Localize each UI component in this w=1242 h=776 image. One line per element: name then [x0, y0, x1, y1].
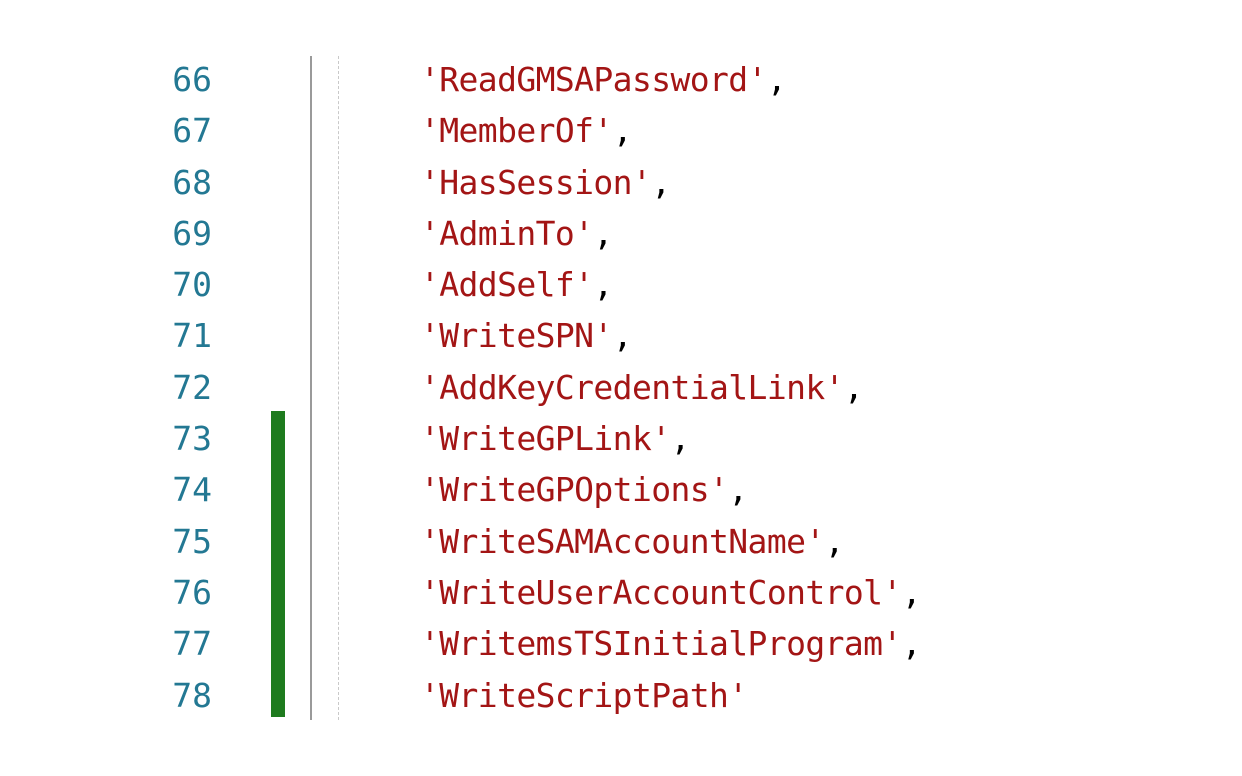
comma: ,: [593, 213, 613, 253]
line-content[interactable]: 'MemberOf',: [420, 109, 633, 153]
string-literal: 'WriteGPOptions': [420, 470, 729, 510]
code-line[interactable]: 77 'WritemsTSInitialProgram',: [140, 618, 1140, 669]
line-number: 76: [172, 572, 212, 612]
code-line[interactable]: 75 'WriteSAMAccountName',: [140, 516, 1140, 567]
string-literal: 'MemberOf': [420, 111, 613, 151]
code-line[interactable]: 78 'WriteScriptPath': [140, 670, 1140, 721]
code-line[interactable]: 67 'MemberOf',: [140, 105, 1140, 156]
code-line[interactable]: 71 'WriteSPN',: [140, 310, 1140, 361]
line-number: 72: [172, 367, 212, 407]
string-literal: 'WriteUserAccountControl': [420, 572, 902, 612]
string-literal: 'WriteScriptPath': [420, 675, 748, 715]
code-lines: 66 'ReadGMSAPassword', 67 'MemberOf', 68…: [140, 54, 1140, 721]
comma: ,: [593, 265, 613, 305]
line-content[interactable]: 'AddSelf',: [420, 263, 613, 307]
line-content[interactable]: 'WriteGPLink',: [420, 417, 690, 461]
comma: ,: [612, 316, 633, 356]
string-literal: 'WriteGPLink': [420, 419, 671, 459]
line-number: 73: [172, 419, 212, 459]
comma: ,: [651, 162, 671, 202]
line-number: 67: [172, 111, 212, 151]
comma: ,: [766, 60, 787, 99]
string-literal: 'AddSelf': [420, 265, 594, 305]
line-content[interactable]: 'WriteSAMAccountName',: [420, 520, 845, 564]
code-line[interactable]: 72 'AddKeyCredentialLink',: [140, 362, 1140, 413]
line-content[interactable]: 'AddKeyCredentialLink',: [420, 366, 864, 410]
line-number: 75: [172, 521, 212, 561]
string-literal: 'ReadGMSAPassword': [420, 60, 767, 99]
line-content[interactable]: 'WriteGPOptions',: [420, 468, 748, 512]
code-line[interactable]: 66 'ReadGMSAPassword',: [140, 54, 1140, 105]
line-number: 70: [172, 265, 212, 305]
string-literal: 'WritemsTSInitialProgram': [420, 624, 902, 664]
comma: ,: [843, 367, 864, 407]
code-line[interactable]: 74 'WriteGPOptions',: [140, 464, 1140, 515]
line-content[interactable]: 'WriteScriptPath': [420, 674, 748, 718]
string-literal: 'WriteSPN': [420, 316, 613, 356]
string-literal: 'AdminTo': [420, 213, 594, 253]
comma: ,: [728, 470, 748, 510]
line-number: 71: [172, 316, 212, 356]
line-number: 74: [172, 470, 212, 510]
comma: ,: [670, 419, 690, 459]
comma: ,: [824, 521, 845, 561]
line-content[interactable]: 'WriteUserAccountControl',: [420, 571, 922, 615]
code-line[interactable]: 70 'AddSelf',: [140, 259, 1140, 310]
comma: ,: [901, 572, 922, 612]
comma: ,: [612, 111, 633, 151]
line-number: 78: [172, 675, 212, 715]
string-literal: 'HasSession': [420, 162, 652, 202]
comma: ,: [901, 624, 922, 664]
line-content[interactable]: 'ReadGMSAPassword',: [420, 58, 787, 102]
code-line[interactable]: 73 'WriteGPLink',: [140, 413, 1140, 464]
string-literal: 'AddKeyCredentialLink': [420, 367, 844, 407]
line-number: 69: [172, 213, 212, 253]
code-line[interactable]: 76 'WriteUserAccountControl',: [140, 567, 1140, 618]
line-content[interactable]: 'AdminTo',: [420, 212, 613, 256]
code-editor[interactable]: 66 'ReadGMSAPassword', 67 'MemberOf', 68…: [0, 0, 1242, 776]
line-content[interactable]: 'WritemsTSInitialProgram',: [420, 622, 922, 666]
line-content[interactable]: 'WriteSPN',: [420, 314, 633, 358]
code-line[interactable]: 68 'HasSession',: [140, 157, 1140, 208]
string-literal: 'WriteSAMAccountName': [420, 521, 825, 561]
line-number: 68: [172, 162, 212, 202]
line-number: 66: [172, 60, 212, 99]
line-number: 77: [172, 624, 212, 664]
code-line[interactable]: 69 'AdminTo',: [140, 208, 1140, 259]
line-content[interactable]: 'HasSession',: [420, 161, 671, 205]
